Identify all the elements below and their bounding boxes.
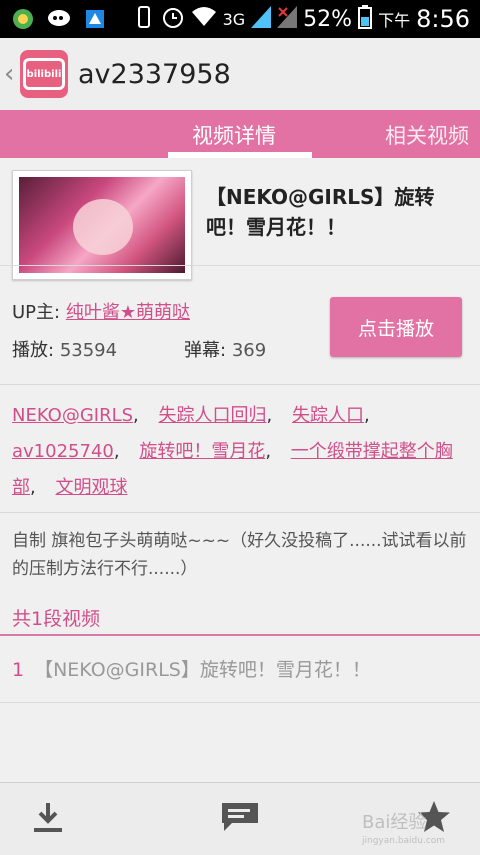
tag-separator: ,	[265, 441, 272, 462]
part-index: 1	[12, 659, 25, 681]
tag-separator: ,	[266, 405, 273, 426]
uploader-line: UP主: 纯叶酱★萌萌哒	[12, 298, 190, 324]
tag-separator: ,	[363, 405, 370, 426]
divider	[0, 702, 480, 703]
video-description: 自制 旗袍包子头萌萌哒~~~（好久没投稿了......试试看以前的压制方法行不行…	[12, 531, 467, 579]
am-pm: 下午	[378, 11, 411, 30]
tag-link[interactable]: av1025740	[12, 441, 114, 462]
status-bar: 3G 52% 下午 8:56	[0, 0, 480, 38]
tab-indicator	[168, 152, 312, 158]
update-notification-icon	[82, 8, 108, 30]
uploader-label: UP主:	[12, 302, 61, 323]
clock: 8:56	[416, 5, 470, 33]
tag-link[interactable]: 失踪人口	[292, 405, 364, 426]
uploader-link[interactable]: 纯叶酱★萌萌哒	[66, 302, 190, 323]
tab-related-videos[interactable]: 相关视频	[385, 120, 469, 150]
thumbnail-figure	[73, 199, 133, 255]
chat-notification-icon	[46, 8, 72, 30]
comment-icon[interactable]	[218, 797, 262, 837]
action-bar: ‹ bilibili av2337958	[0, 38, 480, 111]
watermark-text: Bai经验	[362, 812, 427, 833]
section-divider	[0, 634, 480, 636]
plays-stat: 播放: 53594	[12, 336, 117, 362]
tag-separator: ,	[113, 441, 120, 462]
tag-link[interactable]: NEKO@GIRLS	[12, 405, 133, 426]
divider	[0, 512, 480, 513]
tab-bar: 视频详情 相关视频	[0, 110, 480, 158]
part-title: 【NEKO@GIRLS】旋转吧！雪月花！！	[34, 659, 371, 681]
parts-section-title: 共1段视频	[12, 608, 101, 630]
battery-percent: 52%	[303, 6, 353, 32]
divider	[0, 384, 480, 385]
tag-link[interactable]: 失踪人口回归	[159, 405, 267, 426]
danmaku-count: 369	[231, 340, 267, 361]
vibrate-icon	[133, 5, 155, 33]
battery-icon	[358, 5, 373, 33]
tag-separator: ,	[133, 405, 139, 426]
tag-link[interactable]: 旋转吧！雪月花	[139, 441, 265, 462]
network-type: 3G	[222, 9, 246, 29]
tab-video-details[interactable]: 视频详情	[192, 120, 276, 150]
alarm-icon	[161, 5, 185, 33]
plays-label: 播放:	[12, 340, 55, 361]
danmaku-stat: 弹幕: 369	[184, 336, 266, 362]
video-thumbnail[interactable]	[12, 170, 192, 280]
chevron-left-icon[interactable]: ‹	[4, 59, 18, 89]
logo-text: bilibili	[23, 58, 65, 90]
tag-separator: ,	[30, 477, 36, 498]
part-item[interactable]: 1 【NEKO@GIRLS】旋转吧！雪月花！！	[12, 655, 371, 682]
page-title: av2337958	[78, 58, 231, 90]
divider	[0, 265, 480, 266]
bilibili-logo[interactable]: bilibili	[20, 50, 68, 98]
plays-count: 53594	[59, 340, 118, 361]
app-notification-icon	[10, 8, 36, 30]
video-title: 【NEKO@GIRLS】旋转吧！雪月花！！	[206, 185, 435, 239]
play-button[interactable]: 点击播放	[330, 297, 462, 357]
download-icon[interactable]	[26, 797, 70, 837]
danmaku-label: 弹幕:	[184, 340, 227, 361]
signal-icon	[251, 6, 272, 32]
wifi-icon	[191, 6, 217, 32]
tag-list: NEKO@GIRLS, 失踪人口回归, 失踪人口, av1025740, 旋转吧…	[12, 398, 472, 506]
signal-off-icon	[277, 6, 298, 32]
thumbnail-image	[19, 177, 185, 273]
watermark-url: jingyan.baidu.com	[362, 836, 446, 846]
tag-link[interactable]: 文明观球	[55, 477, 127, 498]
